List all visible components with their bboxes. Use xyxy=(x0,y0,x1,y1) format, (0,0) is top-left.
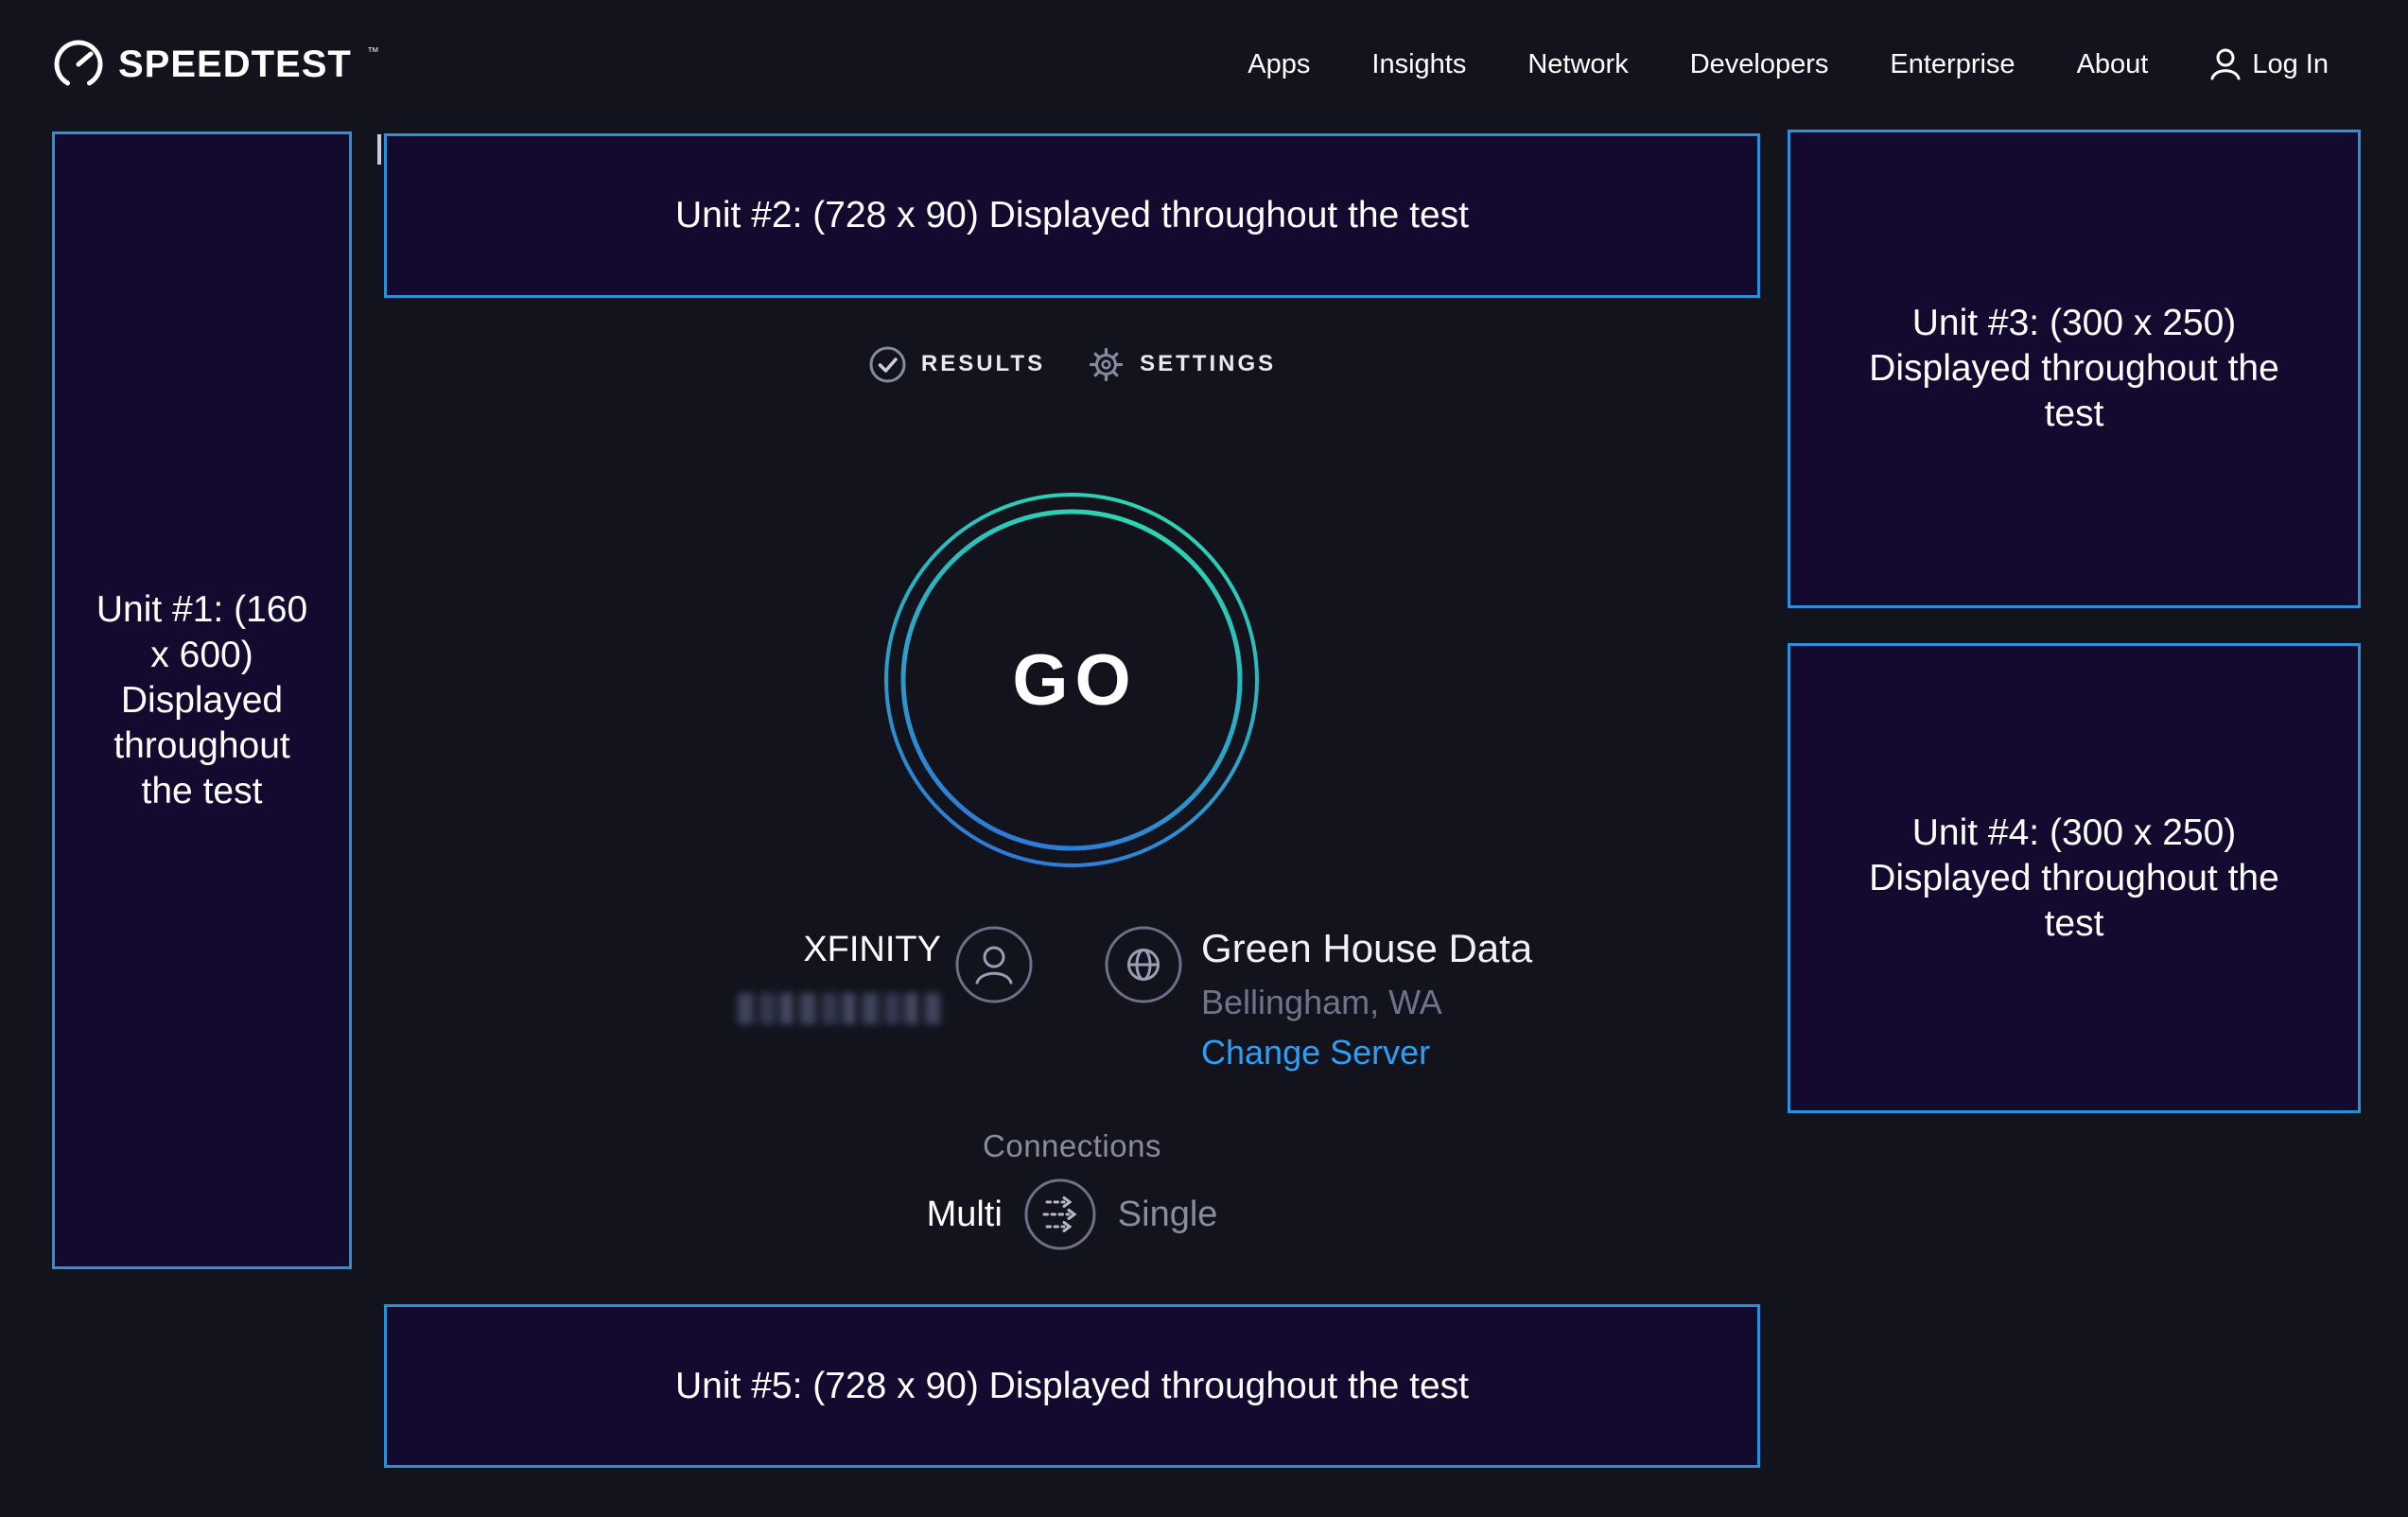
multi-connections-icon[interactable] xyxy=(1024,1178,1096,1250)
nav-item-network[interactable]: Network xyxy=(1527,38,1628,91)
ad-unit-4-rectangle: Unit #4: (300 x 250) Displayed throughou… xyxy=(1788,643,2361,1113)
logo-trademark: ™ xyxy=(367,44,379,59)
connections-toggle: Multi Single xyxy=(927,1178,1218,1250)
go-button[interactable]: GO xyxy=(873,481,1270,879)
text-caret-artifact xyxy=(377,134,381,165)
tab-results[interactable]: RESULTS xyxy=(868,345,1045,384)
connection-info: XFINITY Green House Data Bellingham, WA … xyxy=(384,922,1760,1111)
server-block: Green House Data Bellingham, WA Change S… xyxy=(1201,924,1532,1073)
ad-unit-4-text: Unit #4: (300 x 250) Displayed throughou… xyxy=(1847,811,2301,947)
ad-unit-3-text: Unit #3: (300 x 250) Displayed throughou… xyxy=(1847,301,2301,437)
speedtest-gauge-icon xyxy=(52,38,105,91)
server-name: Green House Data xyxy=(1201,924,1532,973)
person-icon xyxy=(2209,45,2242,83)
isp-name: XFINITY xyxy=(738,928,941,971)
ad-unit-5-text: Unit #5: (728 x 90) Displayed throughout… xyxy=(675,1364,1469,1409)
check-circle-icon xyxy=(868,345,907,384)
tab-settings-label: SETTINGS xyxy=(1140,351,1276,377)
ad-unit-3-rectangle: Unit #3: (300 x 250) Displayed throughou… xyxy=(1788,130,2361,608)
ad-unit-2-leaderboard: Unit #2: (728 x 90) Displayed throughout… xyxy=(384,133,1760,298)
nav-item-about[interactable]: About xyxy=(2077,38,2149,91)
go-button-label: GO xyxy=(873,481,1270,879)
connections-section: Connections Multi Single xyxy=(384,1116,1760,1250)
connections-option-single[interactable]: Single xyxy=(1118,1194,1218,1235)
main-nav: Apps Insights Network Developers Enterpr… xyxy=(1248,38,2329,91)
top-nav: SPEEDTEST ™ Apps Insights Network Develo… xyxy=(52,34,2329,95)
nav-item-insights[interactable]: Insights xyxy=(1371,38,1466,91)
nav-item-developers[interactable]: Developers xyxy=(1690,38,1829,91)
globe-icon xyxy=(1105,926,1182,1003)
tab-results-label: RESULTS xyxy=(921,351,1045,377)
ad-unit-5-leaderboard: Unit #5: (728 x 90) Displayed throughout… xyxy=(384,1304,1760,1468)
speedtest-logo[interactable]: SPEEDTEST ™ xyxy=(52,38,377,91)
ad-unit-1-text: Unit #1: (160 x 600) Displayed throughou… xyxy=(84,587,321,814)
nav-item-enterprise[interactable]: Enterprise xyxy=(1890,38,2015,91)
isp-block: XFINITY xyxy=(738,928,941,1029)
ad-unit-2-text: Unit #2: (728 x 90) Displayed throughout… xyxy=(675,193,1469,238)
isp-ip-redacted xyxy=(738,993,941,1024)
view-tabs: RESULTS SETTINGS xyxy=(384,340,1760,388)
connections-option-multi[interactable]: Multi xyxy=(927,1194,1003,1235)
nav-item-apps[interactable]: Apps xyxy=(1248,38,1310,91)
login-label: Log In xyxy=(2252,49,2329,80)
ad-unit-1-skyscraper: Unit #1: (160 x 600) Displayed throughou… xyxy=(52,131,352,1269)
tab-settings[interactable]: SETTINGS xyxy=(1087,345,1276,384)
person-circle-icon xyxy=(955,926,1033,1003)
logo-wordmark: SPEEDTEST xyxy=(118,38,352,91)
login-button[interactable]: Log In xyxy=(2209,45,2329,83)
gear-icon xyxy=(1087,345,1125,384)
change-server-link[interactable]: Change Server xyxy=(1201,1032,1430,1073)
server-location: Bellingham, WA xyxy=(1201,982,1532,1023)
connections-title: Connections xyxy=(983,1116,1161,1165)
